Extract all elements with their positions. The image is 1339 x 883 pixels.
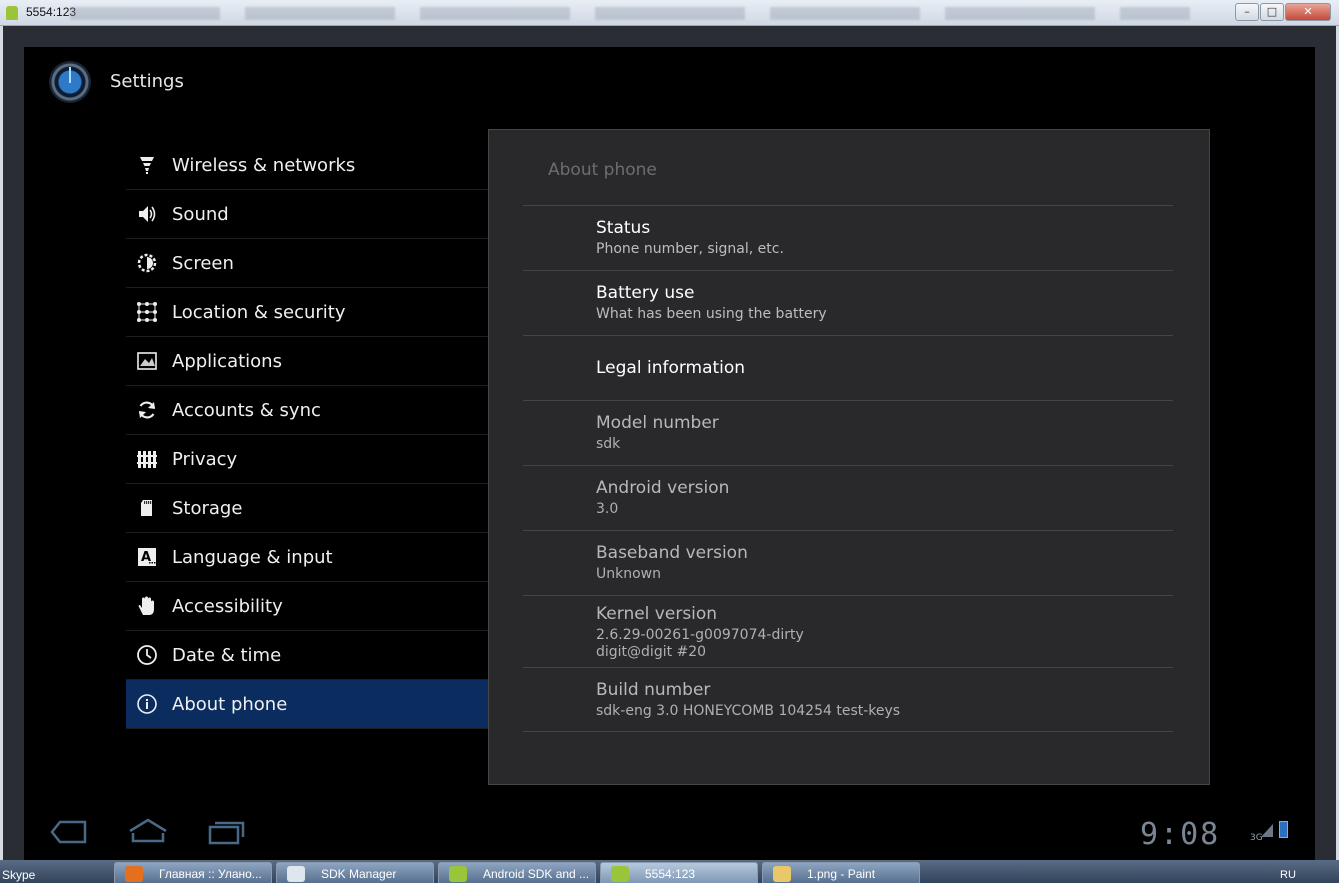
sdk-manager-icon [287,866,305,882]
pref-title: Baseband version [596,543,748,563]
sd-card-icon [136,497,158,519]
pref-summary: Unknown [596,566,661,582]
about-phone-panel: About phone Status Phone number, signal,… [488,129,1210,785]
info-icon [136,693,158,715]
category-label: Location & security [172,301,346,323]
signal-icon [1261,824,1273,837]
category-label: Language & input [172,546,333,568]
category-screen[interactable]: Screen [126,239,488,288]
pref-summary-line2: digit@digit #20 [596,644,707,660]
category-accessibility[interactable]: Accessibility [126,582,488,631]
taskbar-item-label: 1.png - Paint [807,867,876,881]
taskbar-item-label: Android SDK and ... [483,867,590,881]
taskbar-item-label: SDK Manager [321,867,397,881]
pref-title: Build number [596,680,711,700]
paint-icon [773,866,791,882]
grid-lock-icon [136,301,158,323]
legal-information-preference[interactable]: Legal information [523,335,1173,400]
category-label: Accounts & sync [172,399,321,421]
taskbar-skype-label[interactable]: Skype [2,868,35,882]
pref-title: Legal information [596,358,746,378]
app-title: Settings [110,71,184,92]
pref-title: Status [596,218,651,238]
category-label: Wireless & networks [172,154,356,176]
home-button[interactable] [127,817,169,845]
emulator-frame: Settings Wireless & networks Sound Scree… [3,26,1336,860]
clock-icon [136,644,158,666]
about-phone-list: Status Phone number, signal, etc. Batter… [523,205,1173,732]
close-button[interactable]: ✕ [1285,3,1331,21]
android-version-preference: Android version 3.0 [523,465,1173,530]
fence-icon [136,448,158,470]
window-titlebar: 5554:123 – □ ✕ [0,0,1339,26]
recent-apps-button[interactable] [208,819,246,845]
pref-summary-line1: 2.6.29-00261-g0097074-dirty [596,627,804,643]
taskbar-item-browser[interactable]: Главная :: Улано... [114,862,272,883]
category-about-phone[interactable]: About phone [126,680,488,729]
pref-title: Android version [596,478,730,498]
pref-title: Model number [596,413,719,433]
taskbar-item-label: Главная :: Улано... [159,867,262,881]
category-date-time[interactable]: Date & time [126,631,488,680]
language-indicator[interactable]: RU [1280,869,1296,881]
pref-summary: sdk [596,436,621,452]
wireless-icon [136,154,158,176]
category-location-security[interactable]: Location & security [126,288,488,337]
settings-app-icon[interactable] [49,61,91,103]
baseband-version-preference: Baseband version Unknown [523,530,1173,595]
settings-category-list: Wireless & networks Sound Screen Locatio… [126,141,488,729]
applications-icon [136,350,158,372]
firefox-icon [125,866,143,882]
brightness-icon [136,252,158,274]
back-button[interactable] [50,819,88,845]
kernel-version-preference: Kernel version 2.6.29-00261-g0097074-dir… [523,595,1173,667]
category-wireless[interactable]: Wireless & networks [126,141,488,190]
category-label: Sound [172,203,229,225]
android-icon [449,866,467,882]
background-window-titles [70,7,1190,20]
category-label: Storage [172,497,243,519]
category-privacy[interactable]: Privacy [126,435,488,484]
windows-taskbar: Главная :: Улано... SDK Manager Android … [0,860,1339,883]
battery-icon [1279,821,1288,838]
build-number-preference: Build number sdk-eng 3.0 HONEYCOMB 10425… [523,667,1173,732]
battery-use-preference[interactable]: Battery use What has been using the batt… [523,270,1173,335]
status-preference[interactable]: Status Phone number, signal, etc. [523,205,1173,270]
pref-summary: Phone number, signal, etc. [596,241,784,257]
window-title: 5554:123 [26,5,77,19]
model-number-preference: Model number sdk [523,400,1173,465]
category-label: Privacy [172,448,238,470]
category-label: Applications [172,350,282,372]
status-clock[interactable]: 9:08 [1140,817,1220,852]
category-label: Date & time [172,644,282,666]
sync-icon [136,399,158,421]
category-label: About phone [172,693,288,715]
taskbar-item-paint[interactable]: 1.png - Paint [762,862,920,883]
category-sound[interactable]: Sound [126,190,488,239]
taskbar-item-emulator[interactable]: 5554:123 [600,862,758,883]
taskbar-item-label: 5554:123 [645,867,696,881]
panel-header: About phone [548,160,657,180]
category-storage[interactable]: Storage [126,484,488,533]
category-accounts-sync[interactable]: Accounts & sync [126,386,488,435]
hand-icon [136,595,158,617]
pref-title: Battery use [596,283,695,303]
pref-summary: 3.0 [596,501,619,517]
device-screen: Settings Wireless & networks Sound Scree… [24,47,1315,860]
category-applications[interactable]: Applications [126,337,488,386]
taskbar-item-sdk-manager[interactable]: SDK Manager [276,862,434,883]
category-label: Accessibility [172,595,283,617]
speaker-icon [136,203,158,225]
pref-summary: What has been using the battery [596,306,827,322]
android-icon [611,866,629,882]
minimize-button[interactable]: – [1235,3,1259,21]
taskbar-item-android-sdk[interactable]: Android SDK and ... [438,862,596,883]
maximize-button[interactable]: □ [1260,3,1284,21]
pref-summary: sdk-eng 3.0 HONEYCOMB 104254 test-keys [596,703,901,719]
language-icon: A [136,546,158,568]
pref-title: Kernel version [596,604,718,624]
category-label: Screen [172,252,234,274]
category-language-input[interactable]: A Language & input [126,533,488,582]
android-emulator-icon [6,6,18,20]
